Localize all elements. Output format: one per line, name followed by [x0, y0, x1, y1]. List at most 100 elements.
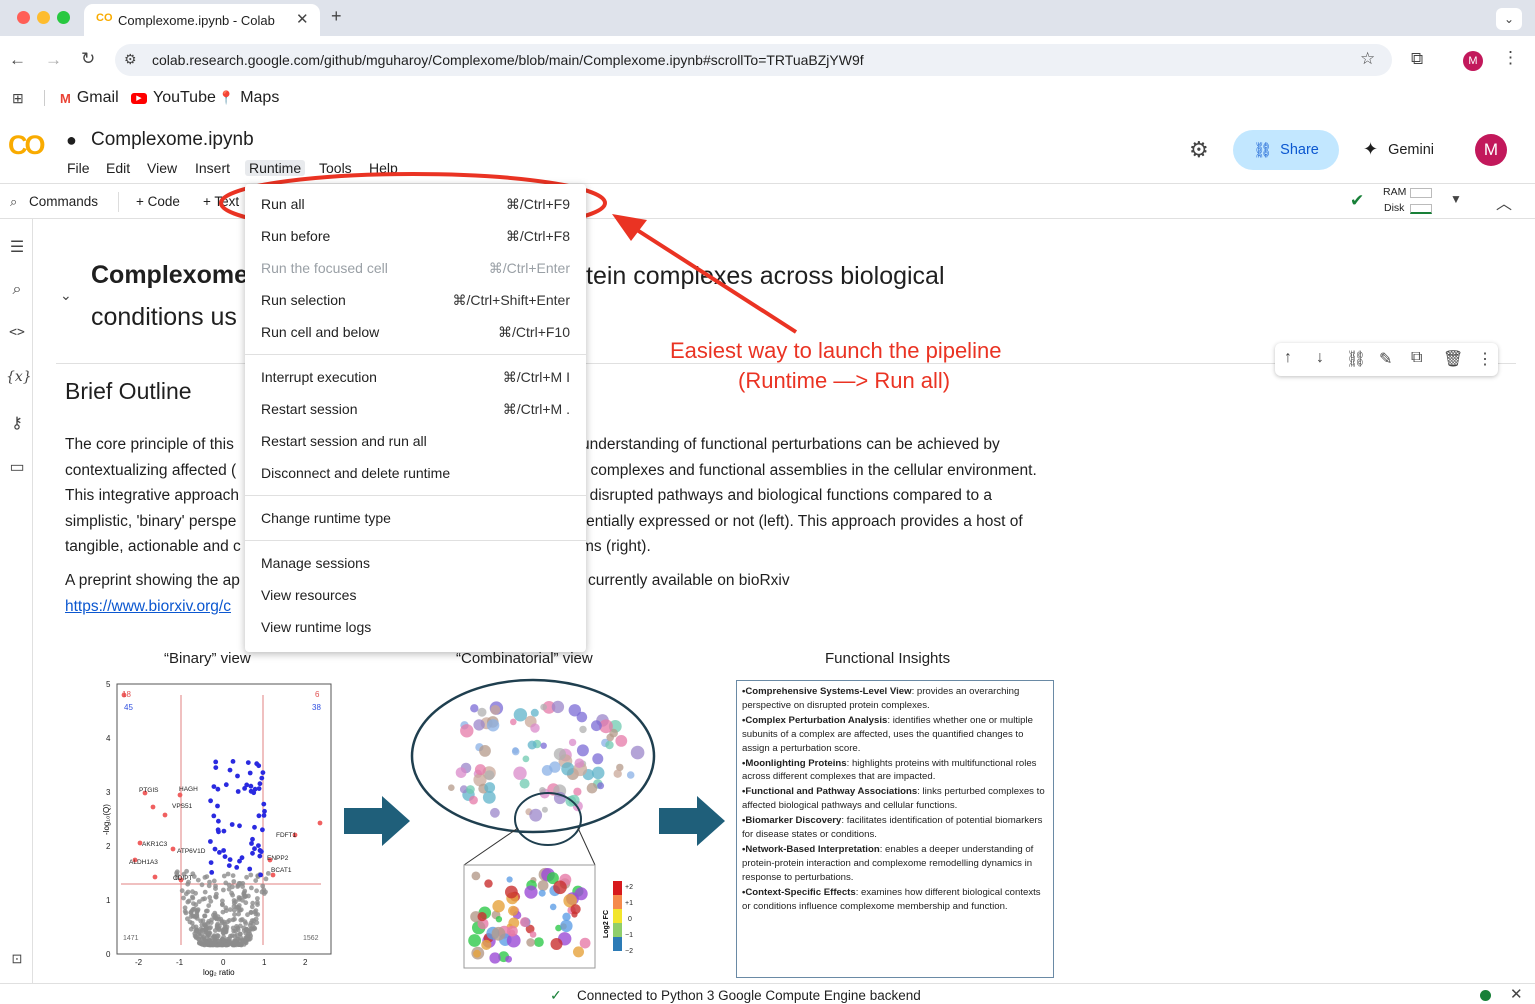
- ram-meter[interactable]: [1410, 188, 1432, 198]
- colab-logo[interactable]: CO: [8, 130, 45, 161]
- volcano-point: [241, 925, 247, 931]
- x-tick: 1: [262, 958, 267, 967]
- volcano-point-significant: [227, 767, 233, 773]
- files-folder-icon[interactable]: ▭: [6, 457, 28, 479]
- tab-search-icon[interactable]: ⌄: [1496, 8, 1522, 30]
- runtime-menu-item[interactable]: View resources: [245, 579, 586, 611]
- maximize-window-button[interactable]: [57, 11, 70, 24]
- bookmark-youtube-label: YouTube: [153, 89, 216, 106]
- close-tab-icon[interactable]: ✕: [296, 10, 309, 28]
- notebook-title[interactable]: Complexome.ipynb: [91, 129, 254, 151]
- annotation-line2: (Runtime —> Run all): [738, 368, 951, 393]
- protein-complex: [530, 723, 540, 733]
- variables-icon[interactable]: {x}: [6, 369, 32, 391]
- paragraph-left: The core principle of this contextualizi…: [65, 432, 241, 560]
- insight-title: •Moonlighting Proteins: [742, 757, 847, 769]
- runtime-menu-item[interactable]: Run selection ⌘/Ctrl+Shift+Enter: [245, 284, 586, 316]
- mirror-cell-icon[interactable]: ⧉: [1411, 349, 1422, 367]
- biorxiv-link[interactable]: https://www.biorxiv.org/c: [65, 594, 231, 620]
- extensions-icon[interactable]: ⧉: [1411, 49, 1423, 69]
- runtime-menu-item[interactable]: Run all ⌘/Ctrl+F9: [245, 188, 586, 220]
- delete-cell-icon[interactable]: 🗑: [1443, 349, 1463, 369]
- arrow-combinatorial-to-insights: [659, 796, 725, 846]
- protein-complex: [549, 761, 561, 773]
- volcano-point-significant: [256, 786, 262, 791]
- runtime-menu-item[interactable]: Restart session ⌘/Ctrl+M .: [245, 393, 586, 425]
- volcano-point: [183, 891, 189, 897]
- volcano-point: [227, 936, 232, 942]
- volcano-point: [221, 938, 226, 944]
- add-code-button[interactable]: + Code: [136, 194, 180, 209]
- secrets-key-icon[interactable]: ⚷: [6, 413, 28, 435]
- protein-complex: [470, 704, 479, 713]
- menu-item-label: Restart session and run all: [261, 433, 427, 449]
- runtime-menu-item[interactable]: Interrupt execution ⌘/Ctrl+M I: [245, 361, 586, 393]
- forward-icon[interactable]: →: [45, 50, 62, 70]
- more-options-icon[interactable]: ⋮: [1477, 349, 1493, 369]
- bookmark-gmail[interactable]: M Gmail: [60, 89, 119, 106]
- volcano-point: [243, 893, 248, 899]
- menu-item-label: Run selection: [261, 292, 346, 308]
- move-down-icon[interactable]: ↓: [1316, 349, 1324, 367]
- gemini-button[interactable]: ✦ Gemini: [1363, 139, 1434, 160]
- close-status-icon[interactable]: ✕: [1510, 985, 1523, 1003]
- profile-avatar[interactable]: M: [1463, 51, 1483, 71]
- menu-item-label: Interrupt execution: [261, 369, 377, 385]
- menu-view[interactable]: View: [147, 160, 177, 176]
- user-avatar[interactable]: M: [1475, 134, 1507, 166]
- menu-file[interactable]: File: [67, 160, 90, 176]
- volcano-point: [214, 891, 219, 897]
- volcano-point: [199, 922, 205, 928]
- terminal-icon[interactable]: ⊡: [6, 951, 28, 973]
- runtime-menu-item[interactable]: Change runtime type: [245, 502, 586, 534]
- collapse-header-icon[interactable]: ︿: [1496, 190, 1512, 214]
- status-bar: ✓ Connected to Python 3 Google Compute E…: [0, 983, 1535, 1004]
- close-window-button[interactable]: [17, 11, 30, 24]
- bookmark-star-icon[interactable]: ☆: [1360, 49, 1375, 69]
- edit-pencil-icon[interactable]: ✎: [1379, 349, 1392, 369]
- site-settings-icon[interactable]: ⚙: [124, 51, 137, 68]
- copy-link-icon[interactable]: ⛓: [1346, 349, 1366, 369]
- volcano-point: [241, 938, 247, 944]
- bookmark-maps[interactable]: 📍 Maps: [218, 89, 279, 106]
- complexome-ellipse: [410, 678, 656, 834]
- volcano-point-significant: [242, 786, 248, 791]
- disk-meter[interactable]: [1410, 204, 1432, 214]
- bookmark-youtube[interactable]: ▶ YouTube: [131, 89, 216, 106]
- runtime-menu-item[interactable]: Manage sessions: [245, 547, 586, 579]
- menu-item-label: Run the focused cell: [261, 260, 388, 276]
- browser-menu-icon[interactable]: ⋮: [1502, 48, 1519, 68]
- back-icon[interactable]: ←: [9, 50, 26, 70]
- runtime-menu-item[interactable]: Disconnect and delete runtime: [245, 457, 586, 489]
- menu-edit[interactable]: Edit: [106, 160, 130, 176]
- runtime-menu-item[interactable]: Run before ⌘/Ctrl+F8: [245, 220, 586, 252]
- annotation-arrow-line: [632, 226, 798, 334]
- runtime-menu-item[interactable]: Restart session and run all: [245, 425, 586, 457]
- code-snippets-icon[interactable]: <>: [6, 325, 28, 347]
- apps-grid-icon[interactable]: ⊞: [12, 90, 24, 107]
- move-up-icon[interactable]: ↑: [1284, 349, 1292, 367]
- zoomed-subunit: [489, 952, 501, 964]
- collapse-section-icon[interactable]: ⌄: [60, 287, 72, 304]
- find-replace-icon[interactable]: ⌕: [6, 281, 28, 303]
- share-button[interactable]: ⛓ Share: [1233, 130, 1339, 170]
- protein-complex: [597, 782, 605, 790]
- volcano-point: [244, 874, 250, 880]
- volcano-point: [211, 878, 217, 884]
- minimize-window-button[interactable]: [37, 11, 50, 24]
- volcano-point: [195, 877, 201, 883]
- reload-icon[interactable]: ↻: [81, 49, 95, 69]
- runtime-menu-item[interactable]: Run cell and below ⌘/Ctrl+F10: [245, 316, 586, 348]
- y-tick: 3: [106, 788, 111, 797]
- browser-tab[interactable]: CO Complexome.ipynb - Colab ✕: [84, 4, 320, 36]
- table-of-contents-icon[interactable]: ☰: [6, 237, 28, 259]
- address-bar[interactable]: ⚙ colab.research.google.com/github/mguha…: [115, 44, 1392, 76]
- new-tab-icon[interactable]: +: [331, 6, 342, 27]
- volcano-point: [193, 928, 199, 934]
- runtime-menu-item[interactable]: View runtime logs: [245, 611, 586, 643]
- resources-dropdown-icon[interactable]: ▼: [1450, 192, 1462, 206]
- commands-button[interactable]: Commands: [29, 194, 98, 209]
- settings-gear-icon[interactable]: ⚙: [1189, 137, 1209, 163]
- runtime-menu-item: Run the focused cell ⌘/Ctrl+Enter: [245, 252, 586, 284]
- menu-item-label: View runtime logs: [261, 619, 372, 635]
